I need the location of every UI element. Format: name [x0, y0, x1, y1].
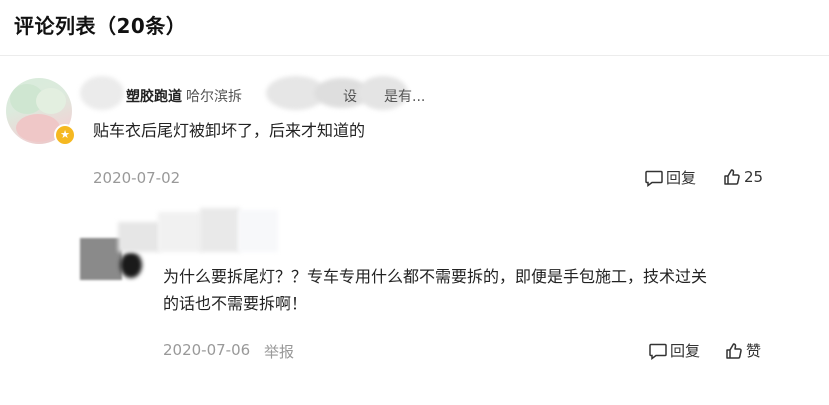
comment-bubble-icon [645, 170, 663, 187]
comment-bubble-icon [649, 343, 667, 360]
reply-reply-button[interactable]: 回复 [648, 340, 700, 361]
user-line: 塑胶跑道 哈尔滨拆 [126, 86, 242, 106]
thumbs-up-icon [726, 342, 742, 359]
user-description-tail: 设 [343, 89, 357, 105]
reply-text-line2: 的话也不需要拆啊！ [163, 294, 308, 313]
comment-text: 贴车衣后尾灯被卸坏了，后来才知道的 [93, 121, 366, 140]
user-description: 哈尔滨拆 [186, 89, 242, 105]
like-label: 赞 [746, 342, 762, 360]
report-link[interactable]: 举报 [264, 341, 294, 362]
thumbs-up-icon [724, 169, 740, 185]
reply-text-line1: 为什么要拆尾灯？？专车专用什么都不需要拆的，即便是手包施工，技术过关 [163, 267, 708, 286]
reply-date: 2020-07-06 [163, 341, 251, 359]
reply-button[interactable]: 回复 [644, 167, 696, 188]
header-divider [0, 55, 829, 56]
page-title: 评论列表（20条） [14, 14, 187, 38]
like-button[interactable]: 25 [722, 167, 763, 187]
like-count: 25 [744, 168, 764, 186]
user-description-tail2: 是有... [384, 89, 426, 105]
reply-label: 回复 [666, 169, 697, 187]
vip-star-icon: ★ [54, 124, 76, 146]
reply-like-button[interactable]: 赞 [724, 340, 761, 361]
reply-label: 回复 [670, 342, 701, 360]
comment-date: 2020-07-02 [93, 169, 181, 187]
username[interactable]: 塑胶跑道 [126, 89, 182, 105]
